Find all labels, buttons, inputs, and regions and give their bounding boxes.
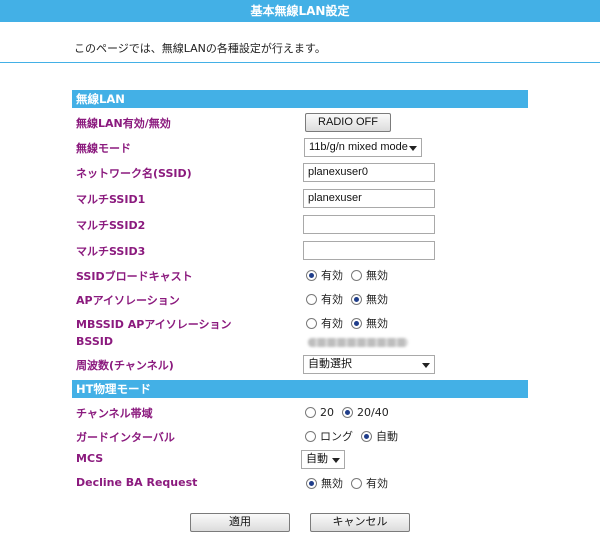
- wireless-mode-label: 無線モード: [76, 142, 131, 155]
- bandwidth-20-radio[interactable]: [305, 406, 316, 418]
- wireless-enable-label: 無線LAN有効/無効: [76, 117, 171, 130]
- ap-isolation-on-radio[interactable]: [306, 293, 317, 305]
- row-ssid: ネットワーク名(SSID) planexuser0: [72, 161, 528, 183]
- ap-isolation-off-label: 無効: [366, 293, 388, 306]
- mbssid-isolation-label: MBSSID APアイソレーション: [76, 318, 232, 331]
- ap-isolation-off-radio[interactable]: [351, 293, 362, 305]
- bandwidth-20-40-option[interactable]: 20/40: [342, 406, 389, 419]
- page-header: 基本無線LAN設定: [0, 0, 600, 22]
- apply-button[interactable]: 適用: [190, 513, 290, 532]
- mcs-select[interactable]: 自動: [301, 449, 345, 469]
- bssid-value-redacted: [308, 337, 408, 347]
- intro-divider: [0, 62, 600, 63]
- ssid-label: ネットワーク名(SSID): [76, 167, 192, 180]
- mbssid-isolation-on-label: 有効: [321, 317, 343, 330]
- bandwidth-20-40-label: 20/40: [357, 405, 389, 419]
- decline-ba-off-label: 無効: [321, 477, 343, 490]
- multi-ssid3-label: マルチSSID3: [76, 245, 146, 258]
- row-guard-interval: ガードインターバル ロング 自動: [72, 425, 528, 447]
- decline-ba-off-option[interactable]: 無効: [306, 475, 343, 491]
- bssid-label: BSSID: [76, 335, 113, 348]
- multi-ssid2-input[interactable]: [303, 214, 435, 234]
- ap-isolation-label: APアイソレーション: [76, 294, 180, 307]
- chevron-down-icon: [409, 145, 417, 151]
- wireless-mode-select[interactable]: 11b/g/n mixed mode: [304, 137, 422, 157]
- ssid-broadcast-on-option[interactable]: 有効: [306, 267, 343, 283]
- multi-ssid2-label: マルチSSID2: [76, 219, 146, 232]
- row-multi-ssid2: マルチSSID2: [72, 213, 528, 235]
- section-wireless-lan: 無線LAN: [72, 90, 528, 108]
- row-decline-ba: Decline BA Request 無効 有効: [72, 472, 528, 494]
- row-mcs: MCS 自動: [72, 448, 528, 470]
- chevron-down-icon: [422, 362, 430, 368]
- row-ap-isolation: APアイソレーション 有効 無効: [72, 288, 528, 310]
- ssid-broadcast-off-option[interactable]: 無効: [351, 267, 388, 283]
- intro-text: このページでは、無線LANの各種設定が行えます。: [74, 42, 326, 55]
- decline-ba-off-radio[interactable]: [306, 477, 317, 489]
- frequency-select[interactable]: 自動選択: [303, 354, 435, 374]
- guard-long-radio[interactable]: [305, 430, 316, 442]
- section-ht-phy-mode: HT物理モード: [72, 380, 528, 398]
- row-frequency: 周波数(チャンネル) 自動選択: [72, 353, 528, 375]
- ap-isolation-on-label: 有効: [321, 293, 343, 306]
- row-wireless-mode: 無線モード 11b/g/n mixed mode: [72, 136, 528, 158]
- bandwidth-20-40-radio[interactable]: [342, 406, 353, 418]
- ssid-broadcast-on-label: 有効: [321, 269, 343, 282]
- row-bssid: BSSID: [72, 331, 528, 353]
- decline-ba-label: Decline BA Request: [76, 476, 198, 489]
- bandwidth-20-option[interactable]: 20: [305, 406, 334, 419]
- cancel-button[interactable]: キャンセル: [310, 513, 410, 532]
- mcs-label: MCS: [76, 452, 104, 465]
- section-ht-phy-mode-title: HT物理モード: [76, 382, 151, 396]
- bandwidth-20-label: 20: [320, 405, 334, 419]
- row-ssid-broadcast: SSIDブロードキャスト 有効 無効: [72, 264, 528, 286]
- decline-ba-on-label: 有効: [366, 477, 388, 490]
- mbssid-isolation-off-label: 無効: [366, 317, 388, 330]
- ssid-broadcast-on-radio[interactable]: [306, 269, 317, 281]
- row-multi-ssid1: マルチSSID1 planexuser: [72, 187, 528, 209]
- guard-auto-option[interactable]: 自動: [361, 428, 398, 444]
- wireless-mode-value: 11b/g/n mixed mode: [309, 140, 408, 153]
- frequency-value: 自動選択: [308, 357, 352, 370]
- mbssid-isolation-on-option[interactable]: 有効: [306, 315, 343, 331]
- frequency-label: 周波数(チャンネル): [76, 359, 174, 372]
- guard-auto-radio[interactable]: [361, 430, 372, 442]
- decline-ba-on-option[interactable]: 有効: [351, 475, 388, 491]
- ssid-input[interactable]: planexuser0: [303, 162, 435, 182]
- mbssid-isolation-off-radio[interactable]: [351, 317, 362, 329]
- guard-interval-label: ガードインターバル: [76, 431, 175, 444]
- row-multi-ssid3: マルチSSID3: [72, 239, 528, 261]
- ssid-broadcast-label: SSIDブロードキャスト: [76, 270, 193, 283]
- mbssid-isolation-off-option[interactable]: 無効: [351, 315, 388, 331]
- multi-ssid1-input[interactable]: planexuser: [303, 188, 435, 208]
- footer-buttons: 適用 キャンセル: [0, 513, 600, 533]
- mcs-value: 自動: [306, 452, 328, 465]
- ap-isolation-off-option[interactable]: 無効: [351, 291, 388, 307]
- ssid-broadcast-off-label: 無効: [366, 269, 388, 282]
- page-title: 基本無線LAN設定: [250, 4, 350, 18]
- channel-bandwidth-label: チャンネル帯域: [76, 407, 153, 420]
- chevron-down-icon: [332, 457, 340, 463]
- multi-ssid3-input[interactable]: [303, 240, 435, 260]
- row-wireless-enable: 無線LAN有効/無効 RADIO OFF: [72, 111, 528, 133]
- row-channel-bandwidth: チャンネル帯域 20 20/40: [72, 401, 528, 423]
- decline-ba-on-radio[interactable]: [351, 477, 362, 489]
- ap-isolation-on-option[interactable]: 有効: [306, 291, 343, 307]
- guard-auto-label: 自動: [376, 430, 398, 443]
- guard-long-option[interactable]: ロング: [305, 428, 353, 444]
- guard-long-label: ロング: [320, 430, 353, 443]
- ssid-broadcast-off-radio[interactable]: [351, 269, 362, 281]
- section-wireless-lan-title: 無線LAN: [76, 92, 125, 106]
- radio-off-button[interactable]: RADIO OFF: [305, 112, 391, 132]
- multi-ssid1-label: マルチSSID1: [76, 193, 146, 206]
- mbssid-isolation-on-radio[interactable]: [306, 317, 317, 329]
